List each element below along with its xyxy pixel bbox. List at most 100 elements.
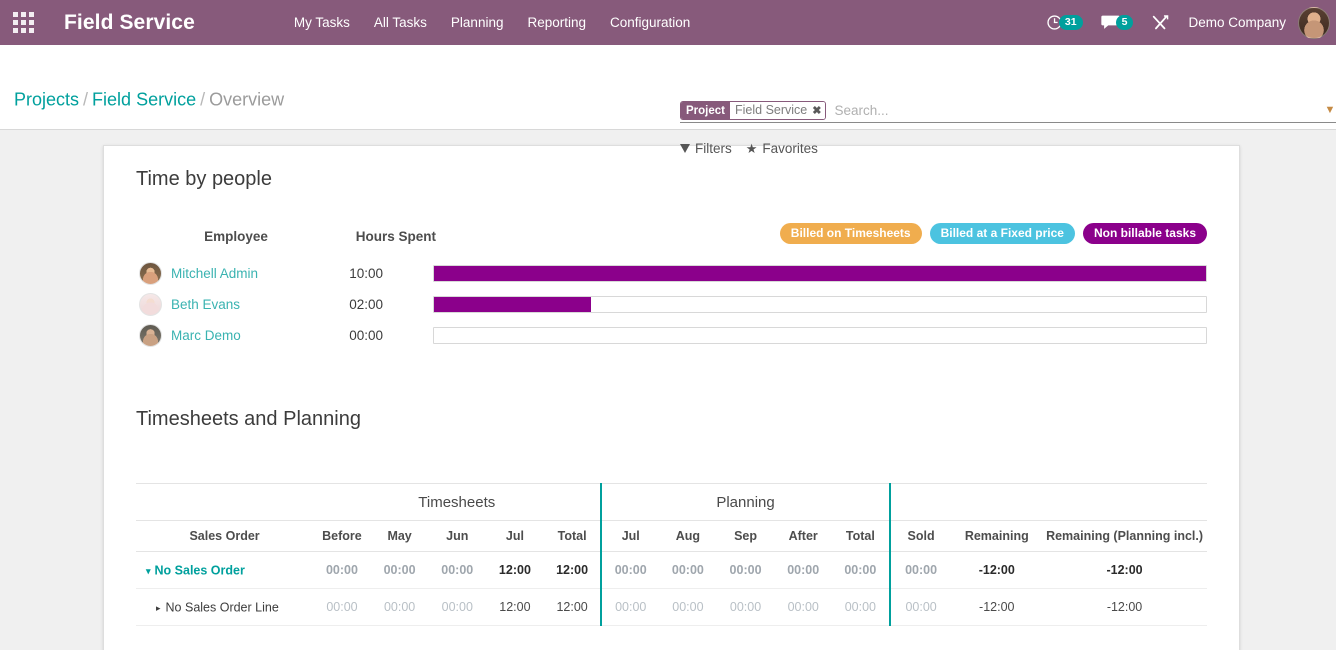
hours-value: 00:00	[349, 328, 383, 343]
cell-remaining-planning-incl: -12:00	[1042, 551, 1207, 589]
cell-aug: 00:00	[659, 551, 717, 589]
legend-item-billed-at-fixed-price[interactable]: Billed at a Fixed price	[929, 223, 1075, 244]
employee-cell: Mitchell Admin	[136, 262, 302, 285]
column-header-jun[interactable]: Jun	[428, 520, 487, 552]
breadcrumb-separator: /	[83, 89, 89, 110]
cell-sep: 00:00	[716, 588, 775, 626]
chevron-right-icon[interactable]: ▸	[156, 603, 161, 613]
table-row[interactable]: ▸ No Sales Order Line 00:00 00:00 00:00 1…	[136, 588, 1207, 626]
cell-aug: 00:00	[659, 588, 717, 626]
filters-label: Filters	[695, 141, 732, 156]
bar-track	[433, 327, 1207, 344]
list-item: Mitchell Admin 10:00	[136, 258, 1207, 289]
cell-total-timesheets: 12:00	[543, 588, 602, 626]
column-header-remaining-planning-incl[interactable]: Remaining (Planning incl.)	[1042, 520, 1207, 552]
employee-link-marc-demo[interactable]: Marc Demo	[171, 328, 241, 343]
breadcrumb-separator-2: /	[200, 89, 206, 110]
cell-total-planning: 00:00	[832, 588, 890, 626]
app-brand-title[interactable]: Field Service	[64, 11, 195, 35]
cell-before: 00:00	[313, 551, 371, 589]
breadcrumb-current-overview: Overview	[209, 89, 285, 110]
search-facet-value: Field Service ✖	[730, 101, 826, 119]
employee-link-beth-evans[interactable]: Beth Evans	[171, 297, 240, 312]
row-label-no-sales-order[interactable]: ▾ No Sales Order	[136, 551, 314, 589]
messages-button[interactable]: 5	[1092, 14, 1143, 31]
star-icon: ★	[745, 141, 758, 156]
close-icon[interactable]: ✖	[812, 104, 821, 117]
column-header-after[interactable]: After	[774, 520, 833, 552]
row-label-text: No Sales Order	[154, 563, 245, 578]
favorites-dropdown-button[interactable]: ★ Favorites	[746, 141, 818, 156]
cell-remaining: -12:00	[951, 588, 1043, 626]
group-header-totals	[888, 483, 1207, 521]
group-header-blank-left	[136, 483, 314, 521]
legend-item-non-billable-tasks[interactable]: Non billable tasks	[1082, 223, 1207, 244]
column-header-may[interactable]: May	[370, 520, 429, 552]
tools-button[interactable]	[1142, 14, 1178, 32]
search-options-bar: Filters ★ Favorites	[680, 141, 818, 156]
menu-item-configuration[interactable]: Configuration	[598, 9, 702, 36]
chevron-down-icon[interactable]: ▾	[146, 566, 151, 576]
main-menu: My Tasks All Tasks Planning Reporting Co…	[282, 9, 702, 36]
time-by-people-section: Billed on Timesheets Billed at a Fixed p…	[136, 223, 1207, 351]
column-header-jul-planning[interactable]: Jul	[600, 520, 660, 552]
avatar[interactable]	[1298, 6, 1330, 39]
favorites-label: Favorites	[762, 141, 818, 156]
cell-sold: 00:00	[888, 551, 952, 589]
breadcrumb-item-field-service[interactable]: Field Service	[92, 90, 196, 110]
cell-after: 00:00	[774, 588, 833, 626]
column-header-sales-order[interactable]: Sales Order	[136, 520, 314, 552]
column-header-jul-timesheets[interactable]: Jul	[486, 520, 544, 552]
column-header-before[interactable]: Before	[313, 520, 371, 552]
bar-track	[433, 296, 1207, 313]
chevron-down-icon[interactable]: ▼	[1324, 104, 1336, 116]
column-header-remaining[interactable]: Remaining	[951, 520, 1043, 552]
column-header-sold[interactable]: Sold	[888, 520, 952, 552]
cell-remaining: -12:00	[951, 551, 1043, 589]
bar-track	[433, 265, 1207, 282]
tools-icon	[1151, 14, 1169, 32]
cell-remaining-planning-incl: -12:00	[1042, 588, 1207, 626]
cell-after: 00:00	[774, 551, 833, 589]
control-panel: Projects / Field Service / Overview Project …	[0, 45, 1336, 156]
avatar	[139, 324, 162, 347]
group-header-planning: Planning	[600, 483, 890, 521]
cell-sep: 00:00	[716, 551, 775, 589]
company-switcher[interactable]: Demo Company	[1178, 15, 1298, 30]
column-header-sep[interactable]: Sep	[716, 520, 775, 552]
search-facet-project[interactable]: Project Field Service ✖	[680, 100, 827, 120]
search-facet-value-text: Field Service	[735, 103, 808, 117]
apps-grid-icon[interactable]	[0, 0, 46, 45]
cell-jun: 00:00	[428, 588, 487, 626]
cell-sold: 00:00	[888, 588, 952, 626]
menu-item-all-tasks[interactable]: All Tasks	[362, 9, 439, 36]
column-header-aug[interactable]: Aug	[659, 520, 717, 552]
row-label-no-sales-order-line[interactable]: ▸ No Sales Order Line	[136, 588, 314, 626]
breadcrumb: Projects / Field Service / Overview	[14, 90, 284, 111]
column-header-total-planning[interactable]: Total	[832, 520, 890, 552]
hours-value: 10:00	[349, 266, 383, 281]
menu-item-reporting[interactable]: Reporting	[515, 9, 598, 36]
search-input[interactable]	[826, 102, 1324, 118]
page-title-time-by-people: Time by people	[136, 168, 272, 190]
cell-jul-timesheets: 12:00	[486, 588, 544, 626]
legend-item-billed-on-timesheets[interactable]: Billed on Timesheets	[779, 223, 922, 244]
cell-total-timesheets: 12:00	[543, 551, 602, 589]
table-header-row: Sales Order Before May Jun Jul Total Jul…	[136, 520, 1207, 552]
filters-dropdown-button[interactable]: Filters	[680, 141, 732, 156]
activities-button[interactable]: 31	[1037, 14, 1092, 31]
employee-cell: Marc Demo	[136, 324, 302, 347]
menu-item-my-tasks[interactable]: My Tasks	[282, 9, 362, 36]
table-row[interactable]: ▾ No Sales Order 00:00 00:00 00:00 12:00 …	[136, 551, 1207, 589]
column-header-total-timesheets[interactable]: Total	[543, 520, 602, 552]
breadcrumb-item-projects[interactable]: Projects	[14, 90, 79, 110]
menu-item-planning[interactable]: Planning	[439, 9, 516, 36]
top-navbar: Field Service My Tasks All Tasks Plannin…	[0, 0, 1336, 45]
timesheets-planning-table: Timesheets Planning Sales Order Before M…	[136, 483, 1207, 626]
cell-jul-planning: 00:00	[600, 588, 660, 626]
avatar	[139, 262, 162, 285]
search-view: Project Field Service ✖ ▼	[680, 100, 1336, 123]
row-label-text: No Sales Order Line	[165, 600, 279, 615]
employee-link-mitchell-admin[interactable]: Mitchell Admin	[171, 266, 258, 281]
employee-cell: Beth Evans	[136, 293, 302, 316]
